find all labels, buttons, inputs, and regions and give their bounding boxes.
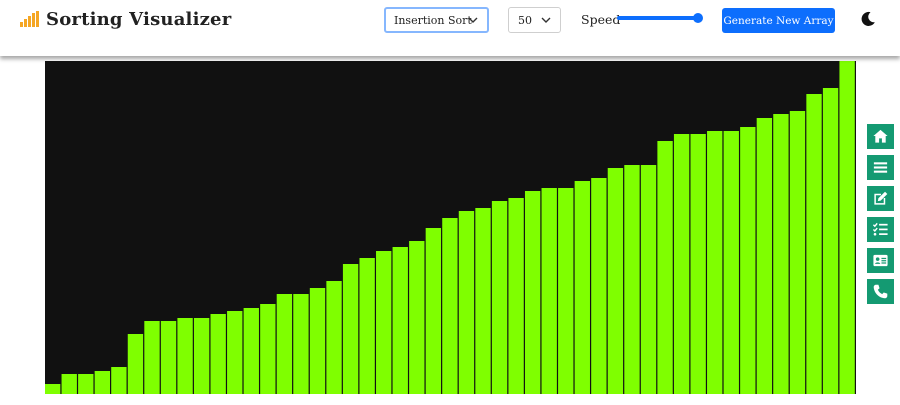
array-bar xyxy=(409,241,425,394)
array-bar xyxy=(574,181,590,394)
side-nav-edit[interactable] xyxy=(867,186,894,211)
array-bar xyxy=(673,134,690,394)
array-bar xyxy=(127,334,144,394)
array-bar xyxy=(342,264,359,394)
generate-new-array-button[interactable]: Generate New Array xyxy=(722,8,835,33)
array-bar xyxy=(177,318,193,394)
array-bar xyxy=(326,281,342,394)
array-bar xyxy=(276,294,293,394)
array-bar xyxy=(425,228,442,394)
array-bar xyxy=(558,188,574,394)
id-card-icon xyxy=(873,254,888,267)
algorithm-select-value: Insertion Sort xyxy=(394,13,472,27)
array-bar xyxy=(624,165,640,394)
app-title: Sorting Visualizer xyxy=(46,8,232,30)
array-bar xyxy=(773,114,789,394)
array-bar xyxy=(690,134,706,394)
moon-icon[interactable] xyxy=(860,11,876,27)
array-size-select[interactable]: 50 xyxy=(508,7,561,33)
array-bar xyxy=(640,165,657,394)
array-bar xyxy=(442,218,458,394)
array-bar xyxy=(491,201,508,394)
side-nav-home[interactable] xyxy=(867,124,894,149)
array-bar xyxy=(144,321,160,394)
array-bar xyxy=(541,188,557,394)
array-bar xyxy=(756,118,773,394)
array-bar xyxy=(293,294,309,394)
array-bars xyxy=(45,61,855,394)
array-bar xyxy=(475,208,491,394)
speed-slider-thumb[interactable] xyxy=(693,13,703,23)
array-bar xyxy=(359,258,375,394)
speed-slider[interactable] xyxy=(617,13,703,23)
array-bar xyxy=(508,198,524,394)
chevron-down-icon xyxy=(541,17,551,23)
top-navbar: Sorting Visualizer Insertion Sort 50 Spe… xyxy=(0,0,900,56)
side-nav-contact[interactable] xyxy=(867,279,894,304)
speed-label: Speed xyxy=(581,12,621,27)
array-bar xyxy=(723,131,739,394)
array-bar xyxy=(78,374,94,394)
array-bar xyxy=(524,191,541,394)
array-bar xyxy=(61,374,77,394)
array-bar xyxy=(392,247,408,394)
array-bar xyxy=(227,311,243,394)
side-nav-profile[interactable] xyxy=(867,248,894,273)
home-icon xyxy=(873,129,888,143)
array-bar xyxy=(45,384,61,394)
array-bar xyxy=(707,131,723,394)
array-bar xyxy=(193,318,210,394)
array-bar xyxy=(111,367,127,394)
checklist-icon xyxy=(872,222,888,236)
speed-slider-track[interactable] xyxy=(617,16,697,20)
edit-icon xyxy=(874,191,888,205)
array-bar xyxy=(458,211,475,394)
side-nav-tasks[interactable] xyxy=(867,217,894,242)
signal-bars-icon xyxy=(20,11,39,27)
array-bar xyxy=(806,94,822,394)
algorithm-select[interactable]: Insertion Sort xyxy=(384,7,489,33)
array-bar xyxy=(657,141,673,394)
phone-icon xyxy=(873,284,888,299)
array-bar xyxy=(243,308,259,394)
array-bar xyxy=(160,321,177,394)
array-bar xyxy=(740,127,756,394)
side-nav-menu[interactable] xyxy=(867,155,894,180)
array-bar xyxy=(260,304,276,394)
array-bar xyxy=(822,88,839,394)
array-bar xyxy=(94,371,110,394)
brand[interactable]: Sorting Visualizer xyxy=(20,8,231,30)
array-bar xyxy=(376,251,392,394)
array-bar xyxy=(591,178,607,394)
visualizer-stage xyxy=(45,61,856,394)
chevron-down-icon xyxy=(468,17,478,23)
array-size-select-value: 50 xyxy=(518,13,532,27)
array-bar xyxy=(309,288,326,394)
array-bar xyxy=(839,61,855,394)
array-bar xyxy=(789,111,806,394)
list-icon xyxy=(873,162,888,173)
array-bar xyxy=(210,314,226,394)
array-bar xyxy=(607,168,624,394)
